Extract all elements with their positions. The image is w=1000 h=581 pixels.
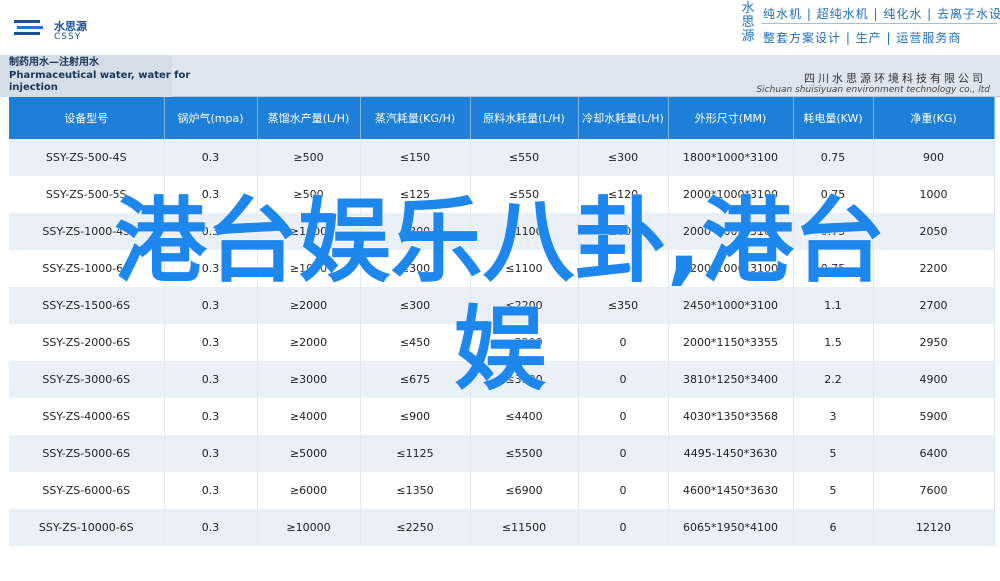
table-cell: SSY-ZS-10000-6S (9, 509, 165, 546)
table-row: SSY-ZS-5000-6S 0.3 ≥5000 ≤1125 ≤5500 0 4495-14… (9, 435, 995, 472)
brand-block: 水思源 纯水机 | 超纯水机 | 纯化水 | 去离子水设备 整套方案设计 | 生… (737, 2, 1000, 50)
table-cell: SSY-ZS-500-4S (9, 139, 165, 176)
logo-en: CSSY (54, 32, 82, 42)
table-cell: 4600*1450*3630 (668, 472, 794, 509)
brand-divider (762, 23, 997, 24)
table-cell: ≤6900 (470, 472, 579, 509)
table-cell: ≤11500 (470, 509, 579, 546)
table-cell: 0 (578, 472, 669, 509)
table-cell: 6 (793, 509, 874, 546)
table-cell: ≥10000 (257, 509, 361, 546)
table-row: SSY-ZS-500-4S 0.3 ≥500 ≤150 ≤550 ≤300 1800*100… (9, 139, 995, 176)
table-cell: ≤1350 (360, 472, 471, 509)
table-cell: 0 (578, 435, 669, 472)
table-cell: 5 (793, 472, 874, 509)
column-header: 蒸馏水产量(L/H) (257, 97, 361, 139)
table-cell: 6065*1950*4100 (668, 509, 794, 546)
column-header: 设备型号 (9, 97, 165, 139)
table-cell: ≤550 (470, 139, 579, 176)
product-title: 制药用水—注射用水 Pharmaceutical water, water fo… (9, 57, 190, 95)
table-cell: 0.3 (164, 472, 258, 509)
table-cell: SSY-ZS-6000-6S (9, 472, 165, 509)
title-band-left: 制药用水—注射用水 Pharmaceutical water, water fo… (0, 55, 190, 97)
column-header: 锅炉气(mpa) (164, 97, 258, 139)
table-cell: ≤5500 (470, 435, 579, 472)
product-title-line: 制药用水—注射用水 (9, 57, 99, 68)
company-name-en: Sichuan shuisiyuan environment technolog… (756, 85, 990, 95)
overlay-headline[interactable]: 港台娱乐八卦,港台 娱 (10, 188, 990, 404)
table-cell: ≥500 (257, 139, 361, 176)
table-cell: ≤150 (360, 139, 471, 176)
table-cell: 7600 (873, 472, 995, 509)
product-title-line: injection (9, 82, 58, 93)
table-cell: 0.3 (164, 139, 258, 176)
table-row: SSY-ZS-10000-6S 0.3 ≥10000 ≤2250 ≤11500 0 6065… (9, 509, 995, 546)
logo[interactable]: 水思源 CSSY (14, 14, 104, 46)
column-header: 耗电量(KW) (793, 97, 874, 139)
column-header: 冷却水耗量(L/H) (578, 97, 669, 139)
overlay-line-2: 娱 (453, 296, 546, 403)
table-cell: 900 (873, 139, 995, 176)
brand-line-2: 整套方案设计 | 生产 | 运营服务商 (763, 31, 962, 45)
table-cell: 12120 (873, 509, 995, 546)
column-header: 蒸汽耗量(KG/H) (360, 97, 471, 139)
table-cell: 0 (578, 509, 669, 546)
product-title-line: Pharmaceutical water, water for (9, 69, 191, 81)
brand-vertical: 水思源 (741, 1, 755, 44)
table-cell: 0.3 (164, 509, 258, 546)
table-cell: 4495-1450*3630 (668, 435, 794, 472)
table-cell: ≥5000 (257, 435, 361, 472)
column-header: 外形尺寸(MM) (668, 97, 794, 139)
table-cell: ≤2250 (360, 509, 471, 546)
table-cell: 6400 (873, 435, 995, 472)
table-cell: 1800*1000*3100 (668, 139, 794, 176)
table-header-row: 设备型号 锅炉气(mpa) 蒸馏水产量(L/H) 蒸汽耗量(KG/H) 原料水耗… (9, 97, 995, 139)
column-header: 净重(KG) (873, 97, 995, 139)
table-cell: ≤1125 (360, 435, 471, 472)
table-cell: 0.75 (793, 139, 874, 176)
column-header: 原料水耗量(L/H) (470, 97, 579, 139)
page-header: 水思源 CSSY 水思源 纯水机 | 超纯水机 | 纯化水 | 去离子水设备 整… (0, 0, 1000, 55)
table-cell: ≥6000 (257, 472, 361, 509)
logo-mark-icon (14, 20, 43, 35)
brand-line-1: 纯水机 | 超纯水机 | 纯化水 | 去离子水设备 (763, 7, 1000, 21)
title-band: 制药用水—注射用水 Pharmaceutical water, water fo… (0, 55, 1000, 97)
company-name-cn: 四川水思源环境科技有限公司 (804, 72, 986, 85)
table-cell: 5 (793, 435, 874, 472)
table-row: SSY-ZS-6000-6S 0.3 ≥6000 ≤1350 ≤6900 0 4600*14… (9, 472, 995, 509)
table-cell: ≤300 (578, 139, 669, 176)
table-cell: 0.3 (164, 435, 258, 472)
table-cell: SSY-ZS-5000-6S (9, 435, 165, 472)
overlay-line-1: 港台娱乐八卦,港台 (114, 188, 886, 295)
